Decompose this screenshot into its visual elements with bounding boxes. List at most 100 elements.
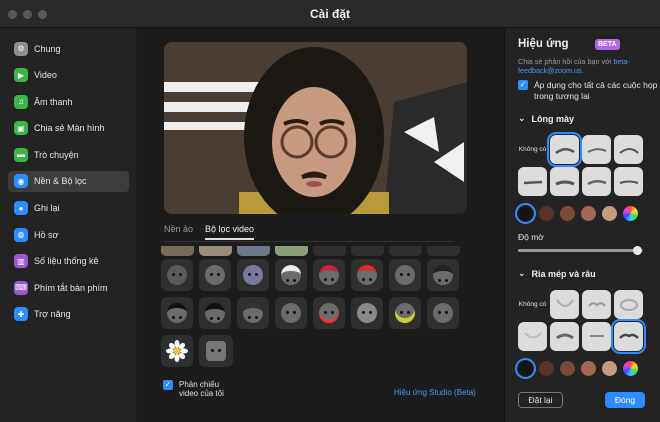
opacity-slider[interactable] xyxy=(518,246,643,255)
filter-option[interactable] xyxy=(351,246,384,256)
accessibility-icon: ✚ xyxy=(14,307,28,322)
filter-option[interactable] xyxy=(275,259,307,291)
beard-icon xyxy=(523,331,542,338)
filter-option[interactable] xyxy=(313,246,346,256)
sidebar-item-label: Video xyxy=(34,70,57,81)
mustache-none-option[interactable]: Không có xyxy=(518,290,547,319)
eyebrows-section-header[interactable]: ⌄ Lông mày xyxy=(518,113,574,124)
effects-title: Hiệu ứng xyxy=(518,38,569,50)
sidebar-item[interactable]: ● Ghi lại xyxy=(8,198,129,219)
filter-option[interactable] xyxy=(313,297,345,329)
sidebar-item[interactable]: ▣ Chia sẻ Màn hình xyxy=(8,118,129,139)
filter-option[interactable] xyxy=(161,259,193,291)
color-swatch[interactable] xyxy=(581,361,596,376)
mustache-option[interactable] xyxy=(582,290,611,319)
mustache-option[interactable] xyxy=(611,319,646,354)
eyebrow-option[interactable] xyxy=(614,135,643,164)
color-swatch[interactable] xyxy=(539,206,554,221)
color-swatch[interactable] xyxy=(515,358,536,379)
mustache-option[interactable] xyxy=(550,290,579,319)
eyebrow-none-option[interactable]: Không có xyxy=(518,135,547,164)
eyebrow-option[interactable] xyxy=(582,135,611,164)
mustache-face-icon xyxy=(395,265,415,285)
mustache-option[interactable] xyxy=(614,290,643,319)
background-filter-tabs: Nền ảo Bộ lọc video xyxy=(164,224,255,240)
apply-future-checkbox[interactable]: ✓ xyxy=(518,80,528,90)
filter-option[interactable] xyxy=(161,297,193,329)
filter-option[interactable] xyxy=(389,259,421,291)
mirror-video-option[interactable]: ✓ Phản chiếu video của tôi xyxy=(163,380,224,398)
opacity-slider-knob[interactable] xyxy=(633,246,642,255)
filter-option[interactable] xyxy=(199,335,233,367)
studio-effects-link[interactable]: Hiệu ứng Studio (Beta) xyxy=(394,388,476,397)
filter-option[interactable] xyxy=(161,246,194,256)
filter-option[interactable] xyxy=(427,246,460,256)
apply-to-future-meetings-option[interactable]: ✓ Áp dụng cho tất cả các cuộc họp trong … xyxy=(518,80,658,102)
close-button[interactable]: Đóng xyxy=(605,392,645,408)
daisy-icon xyxy=(166,340,188,362)
eyebrow-icon xyxy=(586,179,606,185)
filter-option[interactable] xyxy=(237,297,269,329)
filter-option[interactable] xyxy=(427,259,459,291)
sidebar-item[interactable]: ◍ Hồ sơ xyxy=(8,224,129,245)
filter-option[interactable] xyxy=(351,297,383,329)
tab-video-filters[interactable]: Bộ lọc video xyxy=(205,224,255,240)
color-swatch[interactable] xyxy=(539,361,554,376)
mirror-video-checkbox[interactable]: ✓ xyxy=(163,380,173,390)
sidebar-item[interactable]: ✚ Trợ năng xyxy=(8,304,129,325)
sidebar-item[interactable]: ⌨ Phím tắt bàn phím xyxy=(8,277,129,298)
mustache-color-swatches xyxy=(515,358,638,379)
eyebrow-option[interactable] xyxy=(518,167,547,196)
filter-option[interactable] xyxy=(237,246,270,256)
filter-row xyxy=(161,259,461,291)
filter-option[interactable] xyxy=(389,246,422,256)
tab-virtual-background[interactable]: Nền ảo xyxy=(164,224,193,240)
filter-option[interactable] xyxy=(275,246,308,256)
filter-option[interactable] xyxy=(199,246,232,256)
color-swatch[interactable] xyxy=(560,361,575,376)
profile-icon: ◍ xyxy=(14,227,28,242)
sidebar-item[interactable]: ⚙ Chung xyxy=(8,38,129,59)
color-swatch[interactable] xyxy=(581,206,596,221)
eyebrow-option[interactable] xyxy=(582,167,611,196)
mustache-option[interactable] xyxy=(550,322,579,351)
eyebrow-option[interactable] xyxy=(547,132,582,167)
sidebar-item-label: Hồ sơ xyxy=(34,229,59,240)
sidebar-item[interactable]: ▶ Video xyxy=(8,65,129,86)
sidebar-item[interactable]: ▥ Số liệu thống kê xyxy=(8,251,129,272)
apply-future-label: Áp dụng cho tất cả các cuộc họp trong tư… xyxy=(534,80,658,101)
color-swatch[interactable] xyxy=(515,203,536,224)
gear-icon: ⚙ xyxy=(14,41,28,56)
filter-option[interactable] xyxy=(275,297,307,329)
filter-option[interactable] xyxy=(199,297,231,329)
sidebar-item[interactable]: ◉ Nền & Bộ lọc xyxy=(8,170,129,192)
sidebar-item-label: Số liệu thống kê xyxy=(34,256,99,267)
filter-option[interactable] xyxy=(351,259,383,291)
filter-option[interactable] xyxy=(427,297,459,329)
chef-hat-icon xyxy=(281,265,301,285)
chat-bubble-icon: ▬ xyxy=(14,147,28,162)
color-swatch[interactable] xyxy=(560,206,575,221)
mustache-option[interactable] xyxy=(518,322,547,351)
filter-option[interactable] xyxy=(389,297,421,329)
color-wheel-icon[interactable] xyxy=(623,206,638,221)
share-screen-icon: ▣ xyxy=(14,121,28,136)
filter-option[interactable] xyxy=(313,259,345,291)
eyebrow-option[interactable] xyxy=(550,167,579,196)
color-swatch[interactable] xyxy=(602,361,617,376)
filter-option[interactable] xyxy=(237,259,269,291)
tab-divider xyxy=(164,241,454,242)
reset-button[interactable]: Đặt lại xyxy=(518,392,563,408)
sidebar-item[interactable]: ▬ Trò chuyện xyxy=(8,144,129,165)
mustache-icon xyxy=(589,334,604,337)
cap-icon xyxy=(167,303,187,323)
mustache-section-header[interactable]: ⌄ Ria mép và râu xyxy=(518,268,596,279)
color-wheel-icon[interactable] xyxy=(623,361,638,376)
face-icon xyxy=(167,265,187,285)
filter-option[interactable] xyxy=(161,335,193,367)
eyebrow-option[interactable] xyxy=(614,167,643,196)
color-swatch[interactable] xyxy=(602,206,617,221)
filter-option[interactable] xyxy=(199,259,231,291)
sidebar-item[interactable]: ♫ Âm thanh xyxy=(8,91,129,112)
mustache-option[interactable] xyxy=(582,322,611,351)
